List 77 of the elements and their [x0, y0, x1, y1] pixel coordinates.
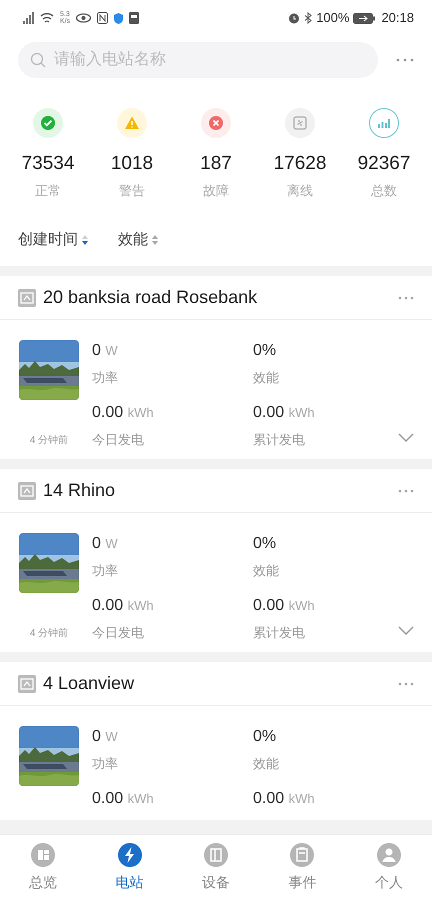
nav-tab[interactable]: 个人: [346, 835, 432, 900]
stat-label: 总数: [371, 182, 397, 200]
nfc-icon: [97, 12, 108, 24]
shield-icon: [114, 12, 124, 24]
metric-value: 0%: [253, 341, 278, 361]
sort-button[interactable]: 效能: [118, 228, 158, 252]
metric-value: 0.00 kWh: [92, 402, 155, 422]
metric-label: 功率: [92, 755, 119, 773]
metric-value: 0.00 kWh: [253, 788, 315, 808]
stat-label: 警告: [119, 182, 145, 200]
updated-time: 4 分钟前: [30, 626, 68, 641]
stat-label: 离线: [287, 182, 313, 200]
updated-time: 4 分钟前: [30, 434, 68, 448]
metric-value: 0.00 kWh: [253, 596, 315, 616]
metric-value: 0.00 kWh: [92, 596, 155, 616]
chevron-down-icon[interactable]: [398, 626, 414, 636]
metric-label: 累计发电: [253, 624, 306, 642]
metric-value: 0 W: [92, 534, 119, 554]
sim-icon: [129, 12, 140, 24]
error-icon: [201, 108, 231, 138]
station-name: 20 banksia road Rosebank: [43, 286, 258, 309]
metric-label: 今日发电: [92, 624, 145, 642]
cabinet-icon: [203, 842, 230, 868]
nav-tab[interactable]: 电站: [86, 835, 173, 900]
more-icon[interactable]: [398, 488, 414, 492]
check-icon: [33, 108, 63, 138]
search-icon: [30, 52, 46, 68]
warning-icon: [117, 108, 147, 138]
grid-icon: [30, 842, 56, 868]
stat-value: 92367: [358, 152, 410, 176]
metric-label: 累计发电: [253, 430, 306, 448]
station-icon: [18, 674, 36, 692]
wifi-icon: [40, 12, 54, 24]
station-icon: [18, 288, 36, 306]
metric-value: 0.00 kWh: [253, 402, 315, 422]
stat-value: 1018: [110, 152, 154, 176]
station-name: 14 Rhino: [43, 479, 116, 502]
stat-label: 故障: [203, 182, 229, 200]
nav-tab[interactable]: 总览: [0, 835, 86, 900]
battery-percent: 100%: [316, 9, 350, 28]
stat-value: 17628: [274, 152, 326, 176]
metric-label: 效能: [253, 369, 280, 387]
nav-tab[interactable]: 设备: [172, 835, 260, 900]
stat-label: 正常: [35, 182, 61, 200]
clock-time: 20:18: [381, 9, 414, 28]
station-card[interactable]: 20 banksia road Rosebank 4 分钟前 0 W 功率 0% 效能 0.00 kWh 今日发电 0.00 kWh 累计发电: [0, 276, 432, 459]
station-name: 4 Loanview: [43, 672, 136, 695]
metric-label: 效能: [253, 755, 280, 773]
metric-value: 0 W: [92, 341, 119, 361]
metric-label: 功率: [92, 562, 119, 580]
alarm-icon: [288, 12, 300, 24]
sort-button[interactable]: 创建时间: [18, 228, 88, 252]
eye-icon: [76, 13, 92, 23]
station-card[interactable]: 4 Loanview 0 W 功率 0% 效能 0.00 kWh 0.00 kWh: [0, 662, 432, 820]
metric-value: 0%: [253, 534, 278, 554]
lightning-icon: [116, 842, 143, 868]
more-icon[interactable]: [398, 682, 414, 686]
stat-value: 187: [200, 152, 232, 176]
station-card[interactable]: 14 Rhino 4 分钟前 0 W 功率 0% 效能 0.00 kWh 今日发电 0.00 kWh 累计发电: [0, 469, 432, 652]
bar-chart-icon: [369, 108, 399, 138]
chevron-down-icon[interactable]: [398, 433, 414, 443]
stat-value: 73534: [22, 152, 74, 176]
bluetooth-icon: [304, 12, 312, 24]
nav-tab[interactable]: 事件: [259, 835, 346, 900]
battery-icon: [353, 12, 376, 24]
metric-value: 0%: [253, 727, 278, 747]
metric-label: 功率: [92, 369, 119, 387]
metric-label: 效能: [253, 562, 280, 580]
more-icon[interactable]: [396, 58, 414, 62]
metric-label: 今日发电: [92, 430, 145, 448]
search-field[interactable]: 请输入电站名称: [18, 42, 378, 78]
metric-value: 0.00 kWh: [92, 788, 155, 808]
user-icon: [376, 842, 402, 868]
metric-value: 0 W: [92, 727, 119, 747]
station-icon: [18, 482, 36, 500]
clipboard-icon: [289, 842, 316, 868]
more-icon[interactable]: [398, 296, 414, 300]
